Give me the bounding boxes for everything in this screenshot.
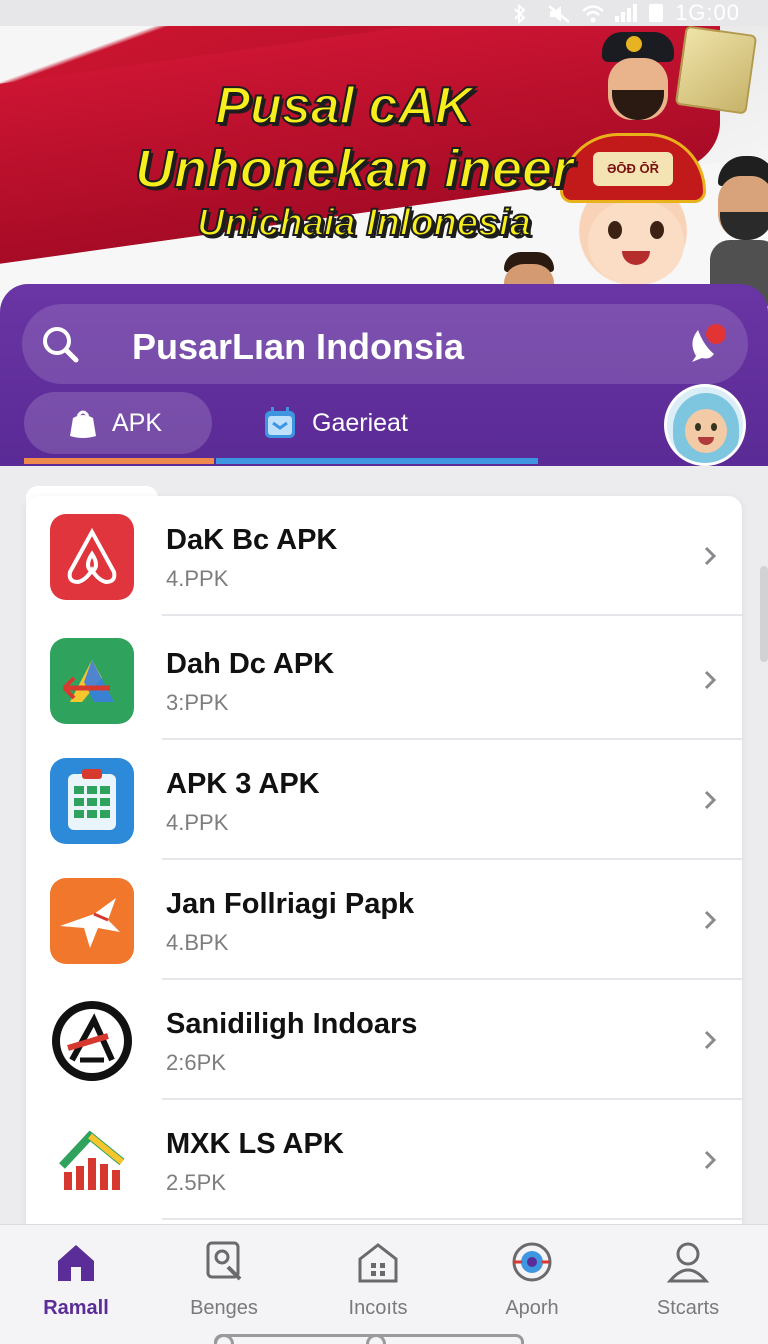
nav-label: Ramall <box>43 1297 109 1319</box>
search-panel: PusarLıan Indonsia APK Gaerieat <box>0 284 768 466</box>
nav-stcarts[interactable]: Stcarts <box>618 1239 758 1320</box>
nav-label: Incoıts <box>348 1297 408 1319</box>
tab-gaerieat-label: Gaerieat <box>312 408 408 437</box>
calendar-icon <box>262 405 298 441</box>
mute-icon <box>547 4 570 23</box>
banner-headline-3: Unichaia Inlonesia <box>196 201 532 245</box>
nav-incoits[interactable]: Incoıts <box>308 1239 448 1320</box>
search-icon[interactable] <box>40 324 80 364</box>
clipboard-grid-icon <box>50 758 134 844</box>
bag-icon <box>66 406 100 440</box>
banner-headline-2: Unhonekan ineer <box>134 138 574 200</box>
bird-icon <box>50 878 134 964</box>
list-item[interactable]: Jan Follriagi Papk 4.BPK <box>26 860 742 980</box>
chevron-right-icon <box>700 788 720 812</box>
wifi-icon <box>581 4 604 23</box>
list-item[interactable]: Sanidiligh Indoars 2:6PK <box>26 980 742 1100</box>
app-size: 4.PPK <box>166 566 229 591</box>
app-name: DaK Bc APK <box>166 524 338 556</box>
list-item[interactable]: DaK Bc APK 4.PPK <box>26 496 742 616</box>
app-size: 3:PPK <box>166 690 229 715</box>
tab-gaerieat[interactable]: Gaerieat <box>262 392 522 454</box>
bottom-nav: Ramall Benges Incoıts Aporh Stcarts <box>0 1224 768 1344</box>
list-item[interactable]: APK 3 APK 4.PPK <box>26 740 742 860</box>
chevron-right-icon <box>700 1148 720 1172</box>
list-item[interactable]: Dah Dc APK 3:PPK <box>26 620 742 740</box>
app-size: 2:6PK <box>166 1050 226 1075</box>
nav-label: Stcarts <box>656 1297 720 1319</box>
avatar[interactable] <box>664 384 746 466</box>
app-name: Jan Follriagi Papk <box>166 888 415 920</box>
nav-aporh[interactable]: Aporh <box>462 1239 602 1320</box>
scrollbar[interactable] <box>760 566 768 662</box>
target-icon <box>510 1239 554 1285</box>
app-size: 4.BPK <box>166 930 229 955</box>
signal-icon <box>615 4 638 22</box>
status-time: 1G:00 <box>675 0 740 25</box>
apk-list: DaK Bc APK 4.PPK Dah Dc APK 3:PPK APK 3 … <box>26 496 742 1256</box>
chevron-right-icon <box>700 908 720 932</box>
tab-bar: APK Gaerieat <box>0 392 768 466</box>
person-icon <box>666 1239 710 1285</box>
airbnb-style-icon <box>50 514 134 600</box>
list-item[interactable]: MXK LS APK 2.5PK <box>26 1100 742 1220</box>
app-size: 2.5PK <box>166 1170 226 1195</box>
app-size: 4.PPK <box>166 810 229 835</box>
status-bar: 1G:00 <box>0 0 768 26</box>
app-name: APK 3 APK <box>166 768 320 800</box>
app-name: MXK LS APK <box>166 1128 344 1160</box>
nav-label: Benges <box>190 1297 258 1319</box>
nav-ramall[interactable]: Ramall <box>6 1239 146 1320</box>
app-name: Sanidiligh Indoars <box>166 1008 418 1040</box>
nav-label: Aporh <box>505 1297 559 1319</box>
chevron-right-icon <box>700 1028 720 1052</box>
app-name: Dah Dc APK <box>166 648 335 680</box>
tab-apk[interactable]: APK <box>24 392 212 454</box>
battery-icon <box>649 4 664 22</box>
tab-indicator-apk <box>24 458 214 464</box>
home-icon <box>54 1239 98 1285</box>
promo-banner[interactable]: ƏŌĐ ŌŘ Pusal cAK Unhonekan ineer Unichai… <box>0 26 768 306</box>
drive-style-icon <box>50 638 134 724</box>
chevron-right-icon <box>700 668 720 692</box>
search-bar[interactable]: PusarLıan Indonsia <box>22 304 748 384</box>
banner-headline-1: Pusal cAK <box>214 76 473 136</box>
bluetooth-icon <box>513 3 535 25</box>
triangle-a-icon <box>50 998 134 1084</box>
chat-bubble-icon[interactable] <box>684 320 732 368</box>
badge-icon <box>202 1239 246 1285</box>
nav-benges[interactable]: Benges <box>154 1239 294 1320</box>
chevron-right-icon <box>700 544 720 568</box>
house-grid-icon <box>356 1239 400 1285</box>
tab-apk-label: APK <box>112 408 163 437</box>
tab-indicator-gaerieat <box>216 458 538 464</box>
bar-chart-arrow-icon <box>50 1118 134 1204</box>
search-input[interactable]: PusarLıan Indonsia <box>132 326 464 368</box>
